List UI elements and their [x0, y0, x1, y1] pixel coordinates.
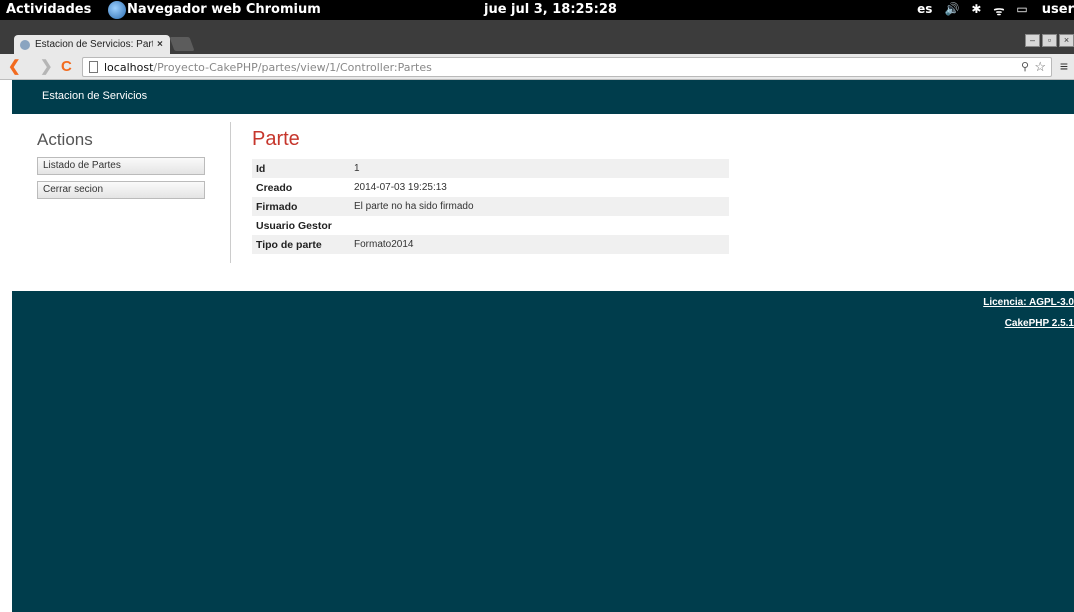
user-menu[interactable]: user: [1042, 2, 1074, 19]
close-window-icon[interactable]: ×: [1059, 34, 1074, 47]
back-icon[interactable]: ❮: [8, 58, 21, 75]
web-page: Estacion de Servicios Actions Listado de…: [12, 80, 1074, 612]
field-value: El parte no ha sido firmado: [354, 201, 474, 212]
field-value: 1: [354, 163, 360, 174]
forward-icon[interactable]: ❯: [40, 58, 53, 75]
site-header: Estacion de Servicios: [12, 80, 1074, 114]
activities-button[interactable]: Actividades: [6, 2, 91, 17]
site-name: Estacion de Servicios: [42, 90, 148, 102]
detail-row: Usuario Gestor: [252, 216, 729, 235]
detail-row: Id 1: [252, 159, 729, 178]
divider: [230, 122, 231, 263]
app-menu[interactable]: Navegador web Chromium: [127, 2, 321, 17]
bookmark-star-icon[interactable]: ☆: [1034, 59, 1046, 75]
url-text[interactable]: localhost/Proyecto-CakePHP/partes/view/1…: [104, 61, 432, 74]
field-label: Usuario Gestor: [256, 219, 332, 232]
globe-icon: [20, 39, 30, 50]
system-tray: es 🔊 ✱ ᯤ ▭ user: [917, 2, 1074, 19]
listado-partes-button[interactable]: Listado de Partes: [37, 157, 205, 175]
new-tab-button[interactable]: [169, 37, 195, 51]
page-icon: [89, 61, 98, 73]
cerrar-sesion-button[interactable]: Cerrar secion: [37, 181, 205, 199]
tab-title: Estacion de Servicios: Partes: [35, 39, 153, 50]
field-label: Tipo de parte: [256, 238, 322, 251]
cakephp-link[interactable]: CakePHP 2.5.1: [1005, 318, 1074, 329]
browser-tab[interactable]: Estacion de Servicios: Partes ×: [14, 35, 170, 54]
field-value: 2014-07-03 19:25:13: [354, 182, 447, 193]
license-link[interactable]: Licencia: AGPL-3.0: [983, 297, 1074, 308]
keyboard-layout-indicator[interactable]: es: [917, 2, 932, 19]
field-label: Firmado: [256, 200, 298, 213]
maximize-icon[interactable]: ▫: [1042, 34, 1057, 47]
chrome-menu-icon[interactable]: ≡: [1060, 58, 1068, 74]
close-tab-icon[interactable]: ×: [157, 39, 163, 50]
page-title: Parte: [252, 128, 300, 150]
detail-row: Creado 2014-07-03 19:25:13: [252, 178, 729, 197]
minimize-icon[interactable]: –: [1025, 34, 1040, 47]
bluetooth-icon[interactable]: ✱: [971, 2, 981, 19]
clock[interactable]: jue jul 3, 18:25:28: [484, 2, 617, 17]
chromium-app-icon: [108, 1, 126, 19]
reload-icon[interactable]: C: [61, 58, 72, 75]
actions-title: Actions: [37, 130, 93, 149]
wifi-icon[interactable]: ᯤ: [993, 2, 1004, 19]
detail-row: Tipo de parte Formato2014: [252, 235, 729, 254]
battery-icon[interactable]: ▭: [1016, 2, 1027, 19]
browser-toolbar: ❮ ❯ C localhost/Proyecto-CakePHP/partes/…: [0, 54, 1074, 80]
detail-list: Id 1 Creado 2014-07-03 19:25:13 Firmado …: [252, 159, 729, 254]
parte-view: Parte Id 1 Creado 2014-07-03 19:25:13 Fi…: [252, 128, 729, 254]
system-top-bar: Actividades Navegador web Chromium jue j…: [0, 0, 1074, 20]
field-value: Formato2014: [354, 239, 414, 250]
volume-icon[interactable]: 🔊: [944, 2, 959, 19]
field-label: Creado: [256, 181, 293, 194]
zoom-icon[interactable]: ⚲: [1021, 60, 1029, 73]
window-controls: – ▫ ×: [1025, 34, 1074, 47]
actions-panel: Actions Listado de Partes Cerrar secion: [37, 130, 230, 205]
url-path: /Proyecto-CakePHP/partes/view/1/Controll…: [153, 60, 432, 74]
url-host: localhost: [104, 60, 154, 74]
site-footer: Licencia: AGPL-3.0 CakePHP 2.5.1: [12, 291, 1074, 612]
tab-strip: Estacion de Servicios: Partes × – ▫ ×: [0, 20, 1074, 54]
detail-row: Firmado El parte no ha sido firmado: [252, 197, 729, 216]
address-bar[interactable]: localhost/Proyecto-CakePHP/partes/view/1…: [82, 57, 1052, 77]
field-label: Id: [256, 162, 266, 175]
